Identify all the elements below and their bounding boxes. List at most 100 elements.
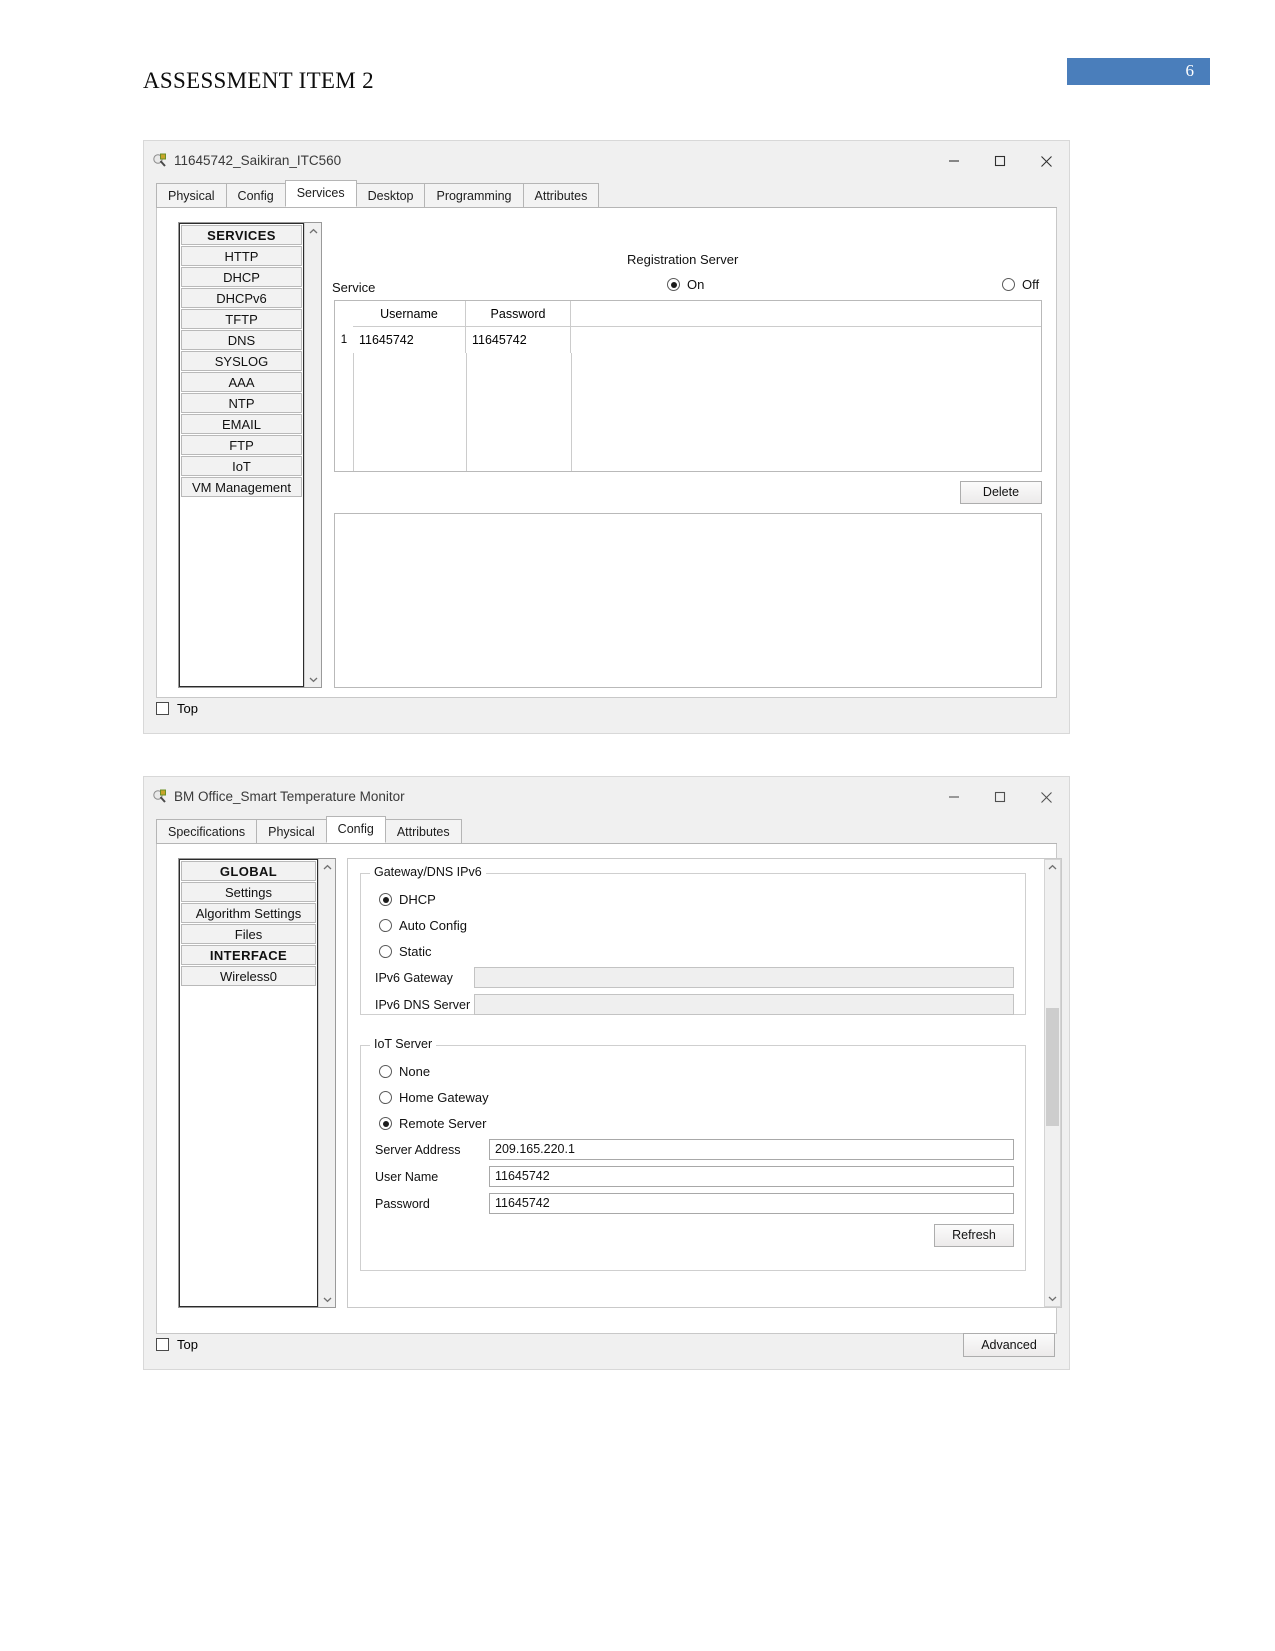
user-name-field[interactable]: 11645742: [489, 1166, 1014, 1187]
column-header-username: Username: [353, 301, 466, 327]
sidebar-item-iot[interactable]: IoT: [181, 456, 302, 476]
server-address-label: Server Address: [375, 1143, 461, 1157]
sidebar-item-algorithm-settings[interactable]: Algorithm Settings: [181, 903, 316, 923]
services-sidebar-scrollbar[interactable]: [304, 223, 321, 687]
column-header-password: Password: [466, 301, 571, 327]
sidebar-item-settings[interactable]: Settings: [181, 882, 316, 902]
top-checkbox[interactable]: Top: [156, 1337, 198, 1352]
sidebar-item-dns[interactable]: DNS: [181, 330, 302, 350]
sidebar-item-tftp[interactable]: TFTP: [181, 309, 302, 329]
tab-programming[interactable]: Programming: [424, 183, 524, 207]
sidebar-item-vm-management[interactable]: VM Management: [181, 477, 302, 497]
chevron-down-icon[interactable]: [319, 1291, 335, 1307]
sidebar-item-wireless0[interactable]: Wireless0: [181, 966, 316, 986]
table-grid-line: [571, 353, 572, 471]
sidebar-header-services: SERVICES: [181, 225, 302, 245]
radio-dot-none: [379, 1065, 392, 1078]
service-off-radio[interactable]: Off: [1002, 277, 1039, 292]
sidebar-item-dhcp[interactable]: DHCP: [181, 267, 302, 287]
gateway-auto-config-label: Auto Config: [399, 918, 467, 933]
iot-home-gateway-radio[interactable]: Home Gateway: [379, 1090, 489, 1105]
window2-controls: [931, 777, 1069, 817]
service-label: Service: [332, 280, 376, 295]
top-checkbox-label: Top: [177, 701, 198, 716]
tab-desktop[interactable]: Desktop: [355, 183, 426, 207]
sidebar-item-files[interactable]: Files: [181, 924, 316, 944]
chevron-up-icon[interactable]: [305, 223, 321, 239]
tab-config[interactable]: Config: [325, 816, 386, 843]
service-on-radio[interactable]: On: [667, 277, 704, 292]
iot-remote-server-radio[interactable]: Remote Server: [379, 1116, 486, 1131]
gateway-dns-ipv6-group: Gateway/DNS IPv6 DHCP Auto Config Static…: [360, 865, 1026, 1015]
table-grid-line: [353, 353, 354, 471]
tab-physical[interactable]: Physical: [156, 183, 227, 207]
packet-tracer-icon: [153, 152, 169, 168]
chevron-down-icon[interactable]: [1045, 1291, 1060, 1306]
close-icon[interactable]: [1023, 141, 1069, 181]
maximize-icon[interactable]: [977, 777, 1023, 817]
iot-server-title: IoT Server: [370, 1037, 437, 1051]
config-scrollbar-thumb[interactable]: [1046, 1008, 1059, 1126]
iot-home-gateway-label: Home Gateway: [399, 1090, 489, 1105]
radio-dot-home-gateway: [379, 1091, 392, 1104]
service-output-box[interactable]: [334, 513, 1042, 688]
service-off-label: Off: [1022, 277, 1040, 292]
row-index: 1: [340, 334, 348, 346]
gateway-auto-config-radio[interactable]: Auto Config: [379, 918, 467, 933]
services-list: SERVICES HTTP DHCP DHCPv6 TFTP DNS SYSLO…: [179, 223, 304, 687]
window1-panel: SERVICES HTTP DHCP DHCPv6 TFTP DNS SYSLO…: [156, 208, 1057, 698]
advanced-button[interactable]: Advanced: [963, 1333, 1055, 1357]
sidebar-item-syslog[interactable]: SYSLOG: [181, 351, 302, 371]
sidebar-item-dhcpv6[interactable]: DHCPv6: [181, 288, 302, 308]
ipv6-dns-server-field[interactable]: [474, 994, 1014, 1015]
gateway-static-label: Static: [399, 944, 432, 959]
window2-tabbar: Specifications Physical Config Attribute…: [156, 816, 1057, 844]
iot-none-label: None: [399, 1064, 431, 1079]
refresh-button[interactable]: Refresh: [934, 1224, 1014, 1247]
minimize-icon[interactable]: [931, 141, 977, 181]
window1-titlebar[interactable]: 11645742_Saikiran_ITC560: [144, 141, 1069, 181]
radio-dot-off: [1002, 278, 1015, 291]
sidebar-item-http[interactable]: HTTP: [181, 246, 302, 266]
close-icon[interactable]: [1023, 777, 1069, 817]
minimize-icon[interactable]: [931, 777, 977, 817]
global-sidebar-scrollbar[interactable]: [318, 859, 335, 1307]
sidebar-header-global: GLOBAL: [181, 861, 316, 881]
registration-users-table[interactable]: Username Password 1 11645742 11645742: [334, 300, 1042, 472]
gateway-dhcp-radio[interactable]: DHCP: [379, 892, 436, 907]
ipv6-dns-server-label: IPv6 DNS Server: [375, 998, 471, 1012]
tab-attributes[interactable]: Attributes: [384, 819, 462, 843]
password-field[interactable]: 11645742: [489, 1193, 1014, 1214]
gateway-static-radio[interactable]: Static: [379, 944, 432, 959]
config-scrollbar[interactable]: [1044, 859, 1061, 1307]
ipv6-gateway-field[interactable]: [474, 967, 1014, 988]
tab-services[interactable]: Services: [284, 180, 357, 207]
cell-username: 11645742: [353, 327, 466, 353]
window2-footer: Top Advanced: [144, 1325, 1069, 1369]
tab-config[interactable]: Config: [225, 183, 286, 207]
tab-specifications[interactable]: Specifications: [156, 819, 258, 843]
chevron-up-icon[interactable]: [1045, 860, 1060, 875]
chevron-down-icon[interactable]: [305, 671, 321, 687]
tab-attributes[interactable]: Attributes: [522, 183, 600, 207]
maximize-icon[interactable]: [977, 141, 1023, 181]
sidebar-item-ntp[interactable]: NTP: [181, 393, 302, 413]
chevron-up-icon[interactable]: [319, 859, 335, 875]
services-sidebar: SERVICES HTTP DHCP DHCPv6 TFTP DNS SYSLO…: [178, 222, 322, 688]
sidebar-item-ftp[interactable]: FTP: [181, 435, 302, 455]
table-header-row: Username Password: [353, 301, 1041, 327]
iot-none-radio[interactable]: None: [379, 1064, 430, 1079]
top-checkbox[interactable]: Top: [156, 701, 198, 716]
window1-tabbar: Physical Config Services Desktop Program…: [156, 180, 1057, 208]
iot-device-config-window: BM Office_Smart Temperature Monitor Spec…: [143, 776, 1070, 1370]
delete-button[interactable]: Delete: [960, 481, 1042, 504]
checkbox-box: [156, 702, 169, 715]
table-row[interactable]: 1 11645742 11645742: [335, 327, 1041, 353]
page-number-badge: 6: [1067, 58, 1210, 85]
server-address-field[interactable]: 209.165.220.1: [489, 1139, 1014, 1160]
radio-dot-remote-server: [379, 1117, 392, 1130]
window2-titlebar[interactable]: BM Office_Smart Temperature Monitor: [144, 777, 1069, 817]
sidebar-item-email[interactable]: EMAIL: [181, 414, 302, 434]
tab-physical[interactable]: Physical: [256, 819, 327, 843]
sidebar-item-aaa[interactable]: AAA: [181, 372, 302, 392]
